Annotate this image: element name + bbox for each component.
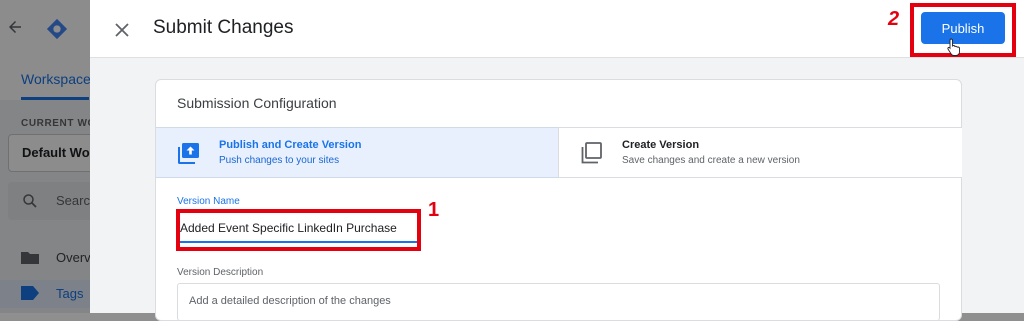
publish-upload-icon xyxy=(178,143,199,164)
annotation-step-1: 1 xyxy=(428,199,440,221)
panel-header: Submit Changes 2 Publish xyxy=(90,0,1024,58)
version-description-field[interactable] xyxy=(177,283,940,321)
submission-configuration-card: Submission Configuration Publish and Cre… xyxy=(155,79,962,321)
option-create-title: Create Version xyxy=(622,139,700,151)
hand-cursor-icon xyxy=(947,38,960,56)
option-create-subtitle: Save changes and create a new version xyxy=(622,155,800,166)
version-name-label: Version Name xyxy=(177,196,240,207)
card-title: Submission Configuration xyxy=(177,95,337,111)
annotation-box-version-name xyxy=(176,209,421,251)
submit-changes-panel: Submit Changes 2 Publish Submission Conf… xyxy=(90,0,1024,321)
option-publish-subtitle: Push changes to your sites xyxy=(219,155,340,166)
option-publish-and-create-version[interactable]: Publish and Create Version Push changes … xyxy=(156,127,558,178)
page-title: Submit Changes xyxy=(153,17,294,38)
version-description-input[interactable] xyxy=(189,292,929,310)
close-icon[interactable] xyxy=(110,18,134,42)
annotation-box-publish xyxy=(910,3,1016,57)
version-description-label: Version Description xyxy=(177,267,264,278)
copy-icon xyxy=(581,142,602,164)
annotation-step-2: 2 xyxy=(888,8,900,30)
option-publish-title: Publish and Create Version xyxy=(219,139,362,151)
option-create-version[interactable]: Create Version Save changes and create a… xyxy=(558,127,962,178)
